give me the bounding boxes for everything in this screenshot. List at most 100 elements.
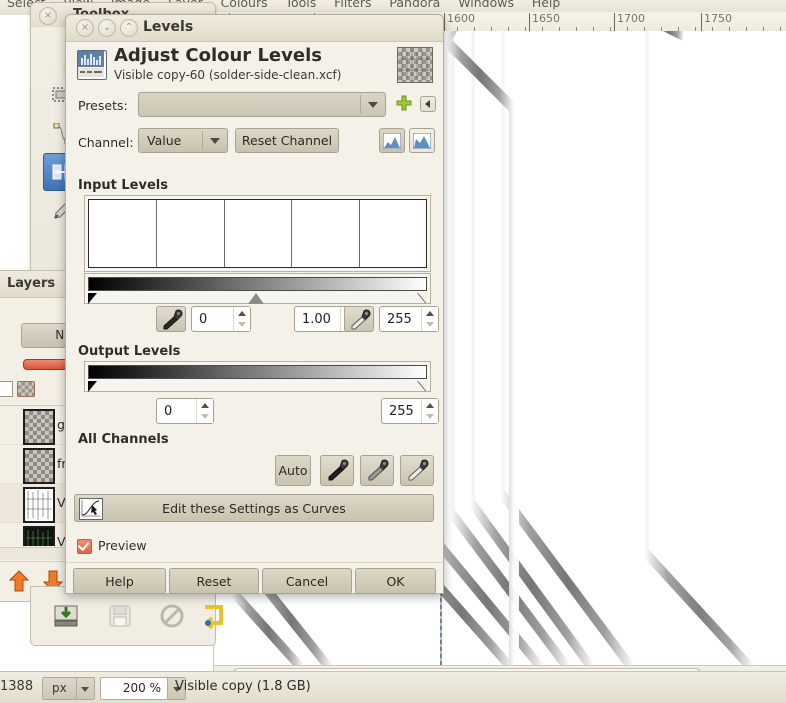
- reset-channel-button[interactable]: Reset Channel: [235, 128, 339, 153]
- spinner-down-icon[interactable]: [426, 414, 434, 419]
- minimize-icon[interactable]: ⌄: [98, 19, 116, 37]
- delete-tool-options-button[interactable]: [159, 603, 185, 632]
- pick-white-point-button[interactable]: [344, 306, 374, 332]
- menu-item-tools[interactable]: Tools: [278, 0, 323, 10]
- lock-pixels-checkbox[interactable]: [0, 381, 13, 397]
- spinner-down-icon[interactable]: [201, 414, 209, 419]
- layer-thumbnail: [23, 409, 55, 445]
- checkmark-icon: [77, 538, 90, 552]
- help-button[interactable]: Help: [73, 568, 166, 594]
- maximize-icon[interactable]: ⌃: [120, 19, 138, 37]
- menu-item-pandora[interactable]: Pandora: [382, 0, 447, 10]
- image-title-status: Visible copy (1.8 GB): [175, 679, 311, 694]
- spinner-up-icon[interactable]: [426, 311, 434, 316]
- menu-item-windows[interactable]: Windows: [451, 0, 521, 10]
- dialog-footer: Help Reset Cancel OK: [66, 568, 443, 598]
- menu-item-help[interactable]: Help: [525, 0, 568, 10]
- output-levels-slider[interactable]: [84, 361, 431, 392]
- zoom-selector[interactable]: 200 %: [100, 677, 186, 700]
- output-white-point-marker[interactable]: [418, 381, 427, 392]
- histogram-gridline: [156, 200, 158, 267]
- curves-icon: [79, 498, 103, 520]
- all-channels-title: All Channels: [78, 432, 169, 447]
- histogram-plot: [88, 199, 427, 268]
- ok-button[interactable]: OK: [355, 568, 436, 594]
- spinner-up-icon[interactable]: [201, 403, 209, 408]
- reset-button[interactable]: Reset: [169, 568, 259, 594]
- spinner-down-icon[interactable]: [426, 322, 434, 327]
- preview-checkbox[interactable]: [77, 538, 92, 554]
- unit-dropdown-arrow[interactable]: [75, 678, 94, 699]
- zoom-value: 200 %: [101, 678, 167, 699]
- lock-alpha-icon[interactable]: [17, 381, 35, 397]
- ruler-label: 1600: [447, 12, 475, 25]
- channel-value: Value: [147, 133, 182, 148]
- input-levels-slider[interactable]: [84, 273, 431, 304]
- channel-row: Channel: Value Reset Channel: [66, 128, 443, 160]
- input-white-point-field[interactable]: 255: [379, 306, 439, 332]
- input-black-point-marker[interactable]: [88, 293, 97, 304]
- menu-item-colours[interactable]: Colours: [214, 0, 275, 10]
- close-icon[interactable]: ×: [76, 19, 94, 37]
- menu-item-filters[interactable]: Filters: [327, 0, 378, 10]
- logarithmic-histogram-button[interactable]: [409, 128, 435, 153]
- input-gamma-marker[interactable]: [248, 293, 264, 304]
- restore-tool-options-button[interactable]: [107, 603, 133, 632]
- output-levels-title: Output Levels: [78, 344, 181, 359]
- output-white-point-value: 255: [389, 403, 414, 419]
- reset-tool-options-button[interactable]: [201, 603, 227, 632]
- preview-label: Preview: [98, 538, 147, 553]
- layer-thumbnail: [23, 526, 55, 546]
- unit-value: px: [43, 678, 76, 699]
- histogram-gridline: [358, 200, 360, 267]
- output-slider-track[interactable]: [88, 381, 427, 392]
- toolbox-close-icon[interactable]: ×: [39, 7, 57, 25]
- output-black-point-field[interactable]: 0: [156, 398, 214, 424]
- raise-layer-button[interactable]: [8, 570, 30, 595]
- save-tool-options-button[interactable]: [53, 603, 79, 632]
- channel-label: Channel:: [78, 135, 134, 150]
- page-title: Adjust Colour Levels: [114, 45, 322, 66]
- chevron-down-icon: [81, 686, 90, 692]
- pick-white-point-all-button[interactable]: [400, 455, 434, 486]
- input-white-point-marker[interactable]: [418, 293, 427, 304]
- layer-thumbnail: [23, 448, 55, 484]
- output-black-point-value: 0: [164, 403, 173, 419]
- spinner-up-icon[interactable]: [426, 403, 434, 408]
- channel-combo[interactable]: Value: [138, 128, 228, 153]
- edit-as-curves-label: Edit these Settings as Curves: [162, 500, 346, 516]
- edit-as-curves-button[interactable]: Edit these Settings as Curves: [74, 494, 434, 522]
- spinner-arrows[interactable]: [421, 307, 438, 331]
- spinner-up-icon[interactable]: [238, 311, 246, 316]
- preset-menu-button[interactable]: [420, 96, 436, 112]
- output-gradient-bar: [88, 365, 427, 379]
- output-white-point-field[interactable]: 255: [381, 398, 439, 424]
- input-white-point-value: 255: [387, 311, 412, 327]
- ruler-label: 1750: [704, 12, 732, 25]
- pick-gray-point-all-button[interactable]: [360, 455, 394, 486]
- combo-separator: [360, 95, 361, 114]
- linear-histogram-button[interactable]: [379, 128, 405, 153]
- output-black-point-marker[interactable]: [88, 381, 97, 392]
- auto-button[interactable]: Auto: [275, 455, 311, 486]
- spinner-arrows[interactable]: [196, 399, 213, 423]
- input-black-point-field[interactable]: 0: [191, 306, 251, 332]
- add-preset-button[interactable]: [395, 95, 413, 116]
- presets-combo[interactable]: [138, 92, 386, 117]
- cancel-button[interactable]: Cancel: [262, 568, 352, 594]
- footer-separator: [66, 562, 443, 563]
- spinner-arrows[interactable]: [233, 307, 250, 331]
- spinner-arrows[interactable]: [421, 399, 438, 423]
- levels-window-title: Levels: [143, 19, 194, 35]
- chevron-down-icon: [210, 138, 220, 144]
- ruler-label: 1700: [617, 12, 645, 25]
- preview-row[interactable]: Preview: [66, 537, 443, 559]
- input-slider-track[interactable]: [88, 293, 427, 304]
- pick-black-point-button[interactable]: [156, 306, 186, 332]
- unit-selector[interactable]: px: [42, 677, 95, 700]
- levels-titlebar[interactable]: × ⌄ ⌃ Levels: [66, 15, 443, 42]
- input-histogram[interactable]: [84, 195, 431, 272]
- spinner-down-icon[interactable]: [238, 322, 246, 327]
- pick-black-point-all-button[interactable]: [320, 455, 354, 486]
- status-bar: 1388 px 200 % Visible copy (1.8 GB): [0, 671, 786, 703]
